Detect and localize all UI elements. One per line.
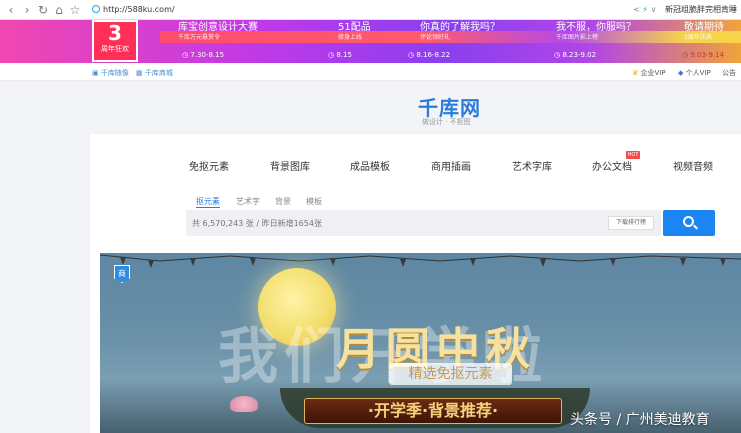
search-icon-handle <box>693 224 698 230</box>
promo-title: 敬请期待 <box>684 22 724 33</box>
promo-title: 我不服，你服吗？ <box>556 22 636 33</box>
diamond-icon: ◆ <box>678 69 684 77</box>
search-tab-background[interactable]: 背景 <box>275 196 291 207</box>
bolt-icon: ⚡ <box>642 5 649 14</box>
browser-toolbar: ‹ › ↻ ⌂ ☆ http://588ku.com/ < ⚡ ∨ 新冠组脆胖完… <box>0 0 741 20</box>
category-video-audio[interactable]: 视频音频 <box>673 158 713 173</box>
promo-title: 库宝创意设计大赛 <box>178 22 258 33</box>
browser-suggestion[interactable]: 新冠组脆胖完相肯睡 <box>665 5 737 14</box>
enterprise-vip-link[interactable]: ♛ 企业VIP <box>632 68 666 78</box>
share-icon[interactable]: < <box>633 5 640 14</box>
category-office-docs[interactable]: 办公文档 <box>592 158 632 173</box>
active-tab-underline <box>196 207 220 208</box>
promo-subtitle: 千库图片影上榜 <box>556 34 599 41</box>
back-arrow-icon[interactable]: ‹ <box>4 3 18 17</box>
bunting-decoration <box>100 254 741 268</box>
search-button[interactable] <box>663 210 715 236</box>
promo-item-1[interactable]: 库宝创意设计大赛 千库万元悬赏令 ◷ 7.30-8.15 <box>178 22 258 59</box>
promo-subtitle: 修身上线 <box>338 34 363 41</box>
crown-icon: ♛ <box>632 69 639 77</box>
site-tagline: 做设计 · 不抠图 <box>422 118 471 126</box>
hero-tagline: ·开学季·背景推荐· <box>304 398 562 424</box>
category-illustrations[interactable]: 商用插画 <box>431 158 471 173</box>
sub-header: ▣ 千库随像 ▦ 千库商城 ♛ 企业VIP ◆ 个人VIP 公告 <box>0 63 741 81</box>
promo-subtitle: 3周年庆典 <box>684 34 712 41</box>
download-rank-button[interactable]: 下载排行榜 <box>608 216 654 230</box>
promo-title: 51配品 <box>338 22 371 33</box>
refresh-icon[interactable]: ↻ <box>36 3 50 17</box>
promo-item-2[interactable]: 51配品 修身上线 ◷ 8.15 <box>328 22 371 59</box>
lotus-illustration <box>230 396 258 412</box>
search-tab-elements[interactable]: 抠元素 <box>196 196 220 207</box>
home-icon[interactable]: ⌂ <box>52 3 66 17</box>
globe-icon <box>92 5 100 13</box>
promo-subtitle: 评论领好礼 <box>420 34 451 41</box>
promo-date: ◷ 8.23-9.02 <box>554 51 597 59</box>
anniversary-label: 周年狂欢 <box>101 45 129 53</box>
category-templates[interactable]: 成品模板 <box>350 158 390 173</box>
anniversary-badge[interactable]: 3 周年狂欢 <box>92 20 138 62</box>
anniversary-number: 3 <box>108 21 122 45</box>
address-bar[interactable]: http://588ku.com/ <box>92 3 552 17</box>
search-tab-template[interactable]: 模板 <box>306 196 322 207</box>
promo-title: 你真的了解我吗？ <box>420 22 500 33</box>
promo-date: ◷ 9.03-9.14 <box>682 51 725 59</box>
category-fonts[interactable]: 艺术字库 <box>512 158 552 173</box>
qianku-mall-link[interactable]: ▦ 千库商城 <box>136 68 173 78</box>
promo-subtitle: 千库万元悬赏令 <box>178 34 221 41</box>
hero-subtitle: 精选免抠元素 <box>389 363 512 385</box>
category-cutout-elements[interactable]: 免抠元素 <box>189 158 229 173</box>
promo-item-5[interactable]: 敬请期待 3周年庆典 ◷ 9.03-9.14 <box>682 22 724 59</box>
qianku-link-1[interactable]: ▣ 千库随像 <box>92 68 129 78</box>
promo-item-3[interactable]: 你真的了解我吗？ 评论领好礼 ◷ 8.16-8.22 <box>408 22 500 59</box>
category-backgrounds[interactable]: 背景图库 <box>270 158 310 173</box>
url-text: http://588ku.com/ <box>103 5 175 14</box>
chevron-down-icon[interactable]: ∨ <box>651 5 657 14</box>
forward-arrow-icon[interactable]: › <box>20 3 34 17</box>
notice-link[interactable]: 公告 <box>722 68 736 78</box>
promo-date: ◷ 8.16-8.22 <box>408 51 451 59</box>
search-tab-art-font[interactable]: 艺术字 <box>236 196 260 207</box>
promo-item-4[interactable]: 我不服，你服吗？ 千库图片影上榜 ◷ 8.23-9.02 <box>554 22 636 59</box>
personal-vip-link[interactable]: ◆ 个人VIP <box>678 68 711 78</box>
promo-date: ◷ 7.30-8.15 <box>182 51 225 59</box>
promo-date: ◷ 8.15 <box>328 51 352 59</box>
hot-badge: HOT <box>626 151 640 159</box>
star-icon[interactable]: ☆ <box>68 3 82 17</box>
search-input[interactable] <box>192 217 492 229</box>
watermark-text: 头条号 / 广州美迪教育 <box>570 412 710 428</box>
browser-right-tools[interactable]: < ⚡ ∨ 新冠组脆胖完相肯睡 <box>633 3 737 17</box>
